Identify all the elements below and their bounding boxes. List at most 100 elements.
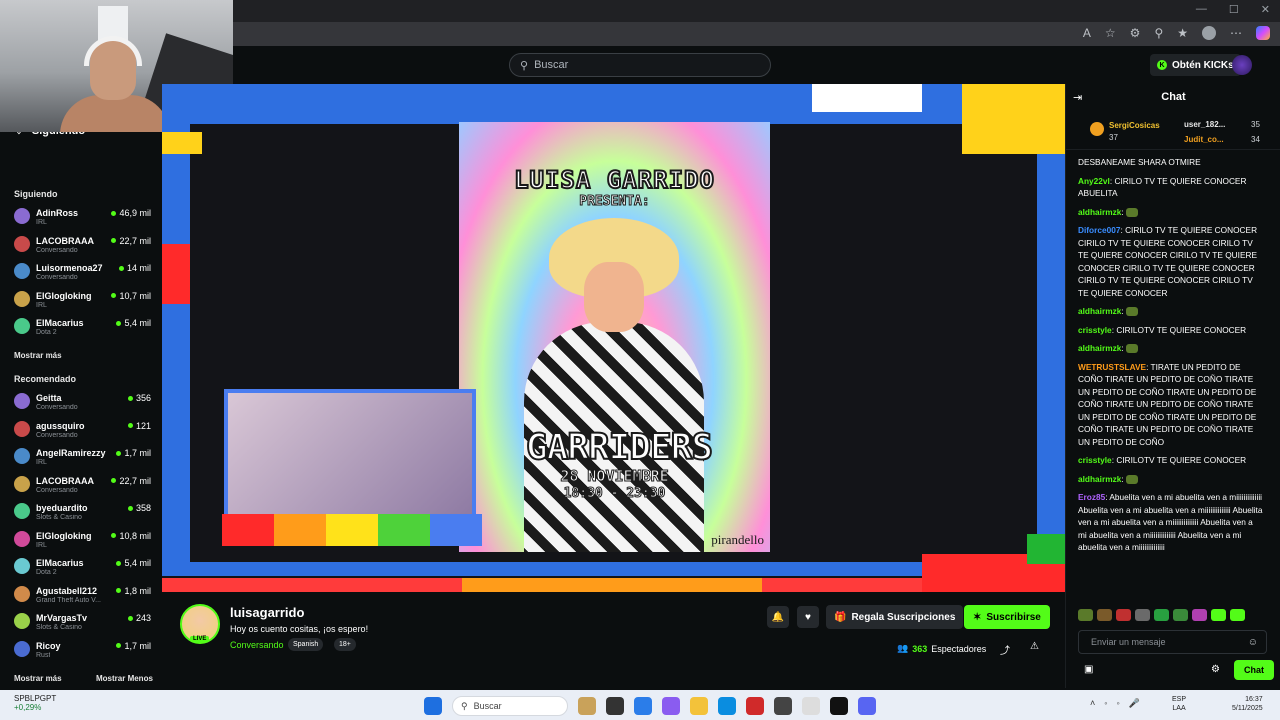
favorites-icon[interactable]: ★ (1177, 26, 1188, 40)
follow-heart-button[interactable]: ♥ (797, 606, 819, 628)
app-icon[interactable] (746, 697, 764, 715)
chat-settings-icon[interactable]: ⚙ (1211, 664, 1220, 675)
gift-subs-button[interactable]: 🎁 Regala Suscripciones (826, 605, 964, 629)
file-explorer-icon[interactable] (690, 697, 708, 715)
search-icon: ⚲ (461, 700, 468, 711)
kick-app-icon[interactable] (830, 697, 848, 715)
chat-username[interactable]: aldhairmzk (1078, 343, 1121, 353)
channel-name: Geitta (36, 393, 62, 403)
recommended-channel-row[interactable]: byeduardito Slots & Casino 358 (14, 501, 154, 529)
input-language[interactable]: ESP LAA (1172, 695, 1186, 713)
favorite-star-icon[interactable]: ☆ (1105, 26, 1116, 40)
share-icon[interactable]: ⤴ (1000, 642, 1010, 657)
stock-widget[interactable]: SPBLPGPT +0,29% (14, 694, 56, 712)
chat-username[interactable]: crisstyle (1078, 325, 1112, 335)
top-gifter-1-name[interactable]: SergiCosicas (1109, 121, 1160, 130)
notification-bell-button[interactable]: 🔔 (767, 606, 789, 628)
report-icon[interactable]: ⚠ (1030, 641, 1039, 652)
chat-username[interactable]: crisstyle (1078, 455, 1112, 465)
following-channel-row[interactable]: ElGlogloking IRL 10,7 mil (14, 289, 154, 317)
profile-icon[interactable] (1202, 26, 1216, 40)
channel-viewers: 46,9 mil (111, 208, 151, 218)
microphone-icon[interactable]: 🎤 (1129, 698, 1140, 709)
subscribe-button[interactable]: ✶ Suscribirse (964, 605, 1050, 629)
recommended-channel-row[interactable]: Geitta Conversando 356 (14, 391, 154, 419)
gift-box-icon[interactable]: ▣ (1084, 664, 1093, 675)
clock[interactable]: 16:37 5/11/2025 (1232, 695, 1263, 713)
channel-name: AdinRoss (36, 208, 79, 218)
chat-messages[interactable]: DESBANEAME SHARA OTMIRE Any22vl: CIRILO T… (1078, 156, 1263, 598)
extensions-icon[interactable]: ⚙ (1130, 26, 1141, 40)
obs-icon[interactable] (774, 697, 792, 715)
close-icon[interactable]: ✕ (1261, 3, 1270, 16)
emote-icon[interactable] (1154, 609, 1169, 621)
video-player[interactable]: LUISA GARRIDO PRESENTA: GARRIDERS 28 NOV… (162, 84, 1065, 592)
chat-username[interactable]: Any22vl (1078, 176, 1110, 186)
show-more-following-link[interactable]: Mostrar más (14, 351, 62, 360)
tag-mature[interactable]: 18+ (334, 638, 356, 651)
following-channel-row[interactable]: AdinRoss IRL 46,9 mil (14, 206, 154, 234)
emote-icon[interactable] (1230, 609, 1245, 621)
rainbow-bar (222, 514, 482, 546)
tag-language[interactable]: Spanish (288, 638, 324, 651)
app-icon[interactable] (802, 697, 820, 715)
tray-app-icon[interactable]: ◦ (1104, 698, 1107, 709)
recommended-channel-row[interactable]: ElMacarius Dota 2 5,4 mil (14, 556, 154, 584)
get-kicks-button[interactable]: K Obtén KICKs (1150, 54, 1241, 76)
chat-username[interactable]: aldhairmzk (1078, 306, 1121, 316)
recommended-channel-row[interactable]: agussquiro Conversando 121 (14, 419, 154, 447)
pin-icon[interactable]: ⚲ (1154, 26, 1163, 40)
recommended-channel-row[interactable]: ElGlogloking IRL 10,8 mil (14, 529, 154, 557)
recommended-channel-row[interactable]: Ricoy Rust 1,7 mil (14, 639, 154, 667)
user-avatar[interactable] (1232, 55, 1252, 75)
send-chat-button[interactable]: Chat (1234, 660, 1274, 680)
recommended-channel-row[interactable]: MrVargasTv Slots & Casino 243 (14, 611, 154, 639)
emote-icon[interactable] (1211, 609, 1226, 621)
chat-username[interactable]: aldhairmzk (1078, 207, 1121, 217)
top-gifter-3-name[interactable]: Judit_co... (1184, 135, 1224, 144)
emote-icon[interactable] (1097, 609, 1112, 621)
following-channel-row[interactable]: LACOBRAAA Conversando 22,7 mil (14, 234, 154, 262)
emote-icon[interactable] (1135, 609, 1150, 621)
notepad-icon[interactable] (634, 697, 652, 715)
emote-icon[interactable] (1192, 609, 1207, 621)
viewer-count: 22,7 mil (119, 475, 151, 486)
chat-message-input[interactable]: Enviar un mensaje ☺ (1078, 630, 1267, 654)
chat-username[interactable]: aldhairmzk (1078, 474, 1121, 484)
chat-message: DESBANEAME SHARA OTMIRE (1078, 156, 1263, 169)
following-channel-row[interactable]: ElMacarius Dota 2 5,4 mil (14, 316, 154, 344)
emote-icon[interactable] (1116, 609, 1131, 621)
windows-start-icon[interactable] (424, 697, 442, 715)
tray-app-icon[interactable]: ◦ (1116, 698, 1119, 709)
recommended-channel-row[interactable]: Agustabell212 Grand Theft Auto V... 1,8 mi… (14, 584, 154, 612)
edge-browser-icon[interactable] (718, 697, 736, 715)
discord-icon[interactable] (858, 697, 876, 715)
copilot-icon[interactable] (662, 697, 680, 715)
recommended-channel-row[interactable]: AngelRamirezzy IRL 1,7 mil (14, 446, 154, 474)
emote-icon[interactable] (1173, 609, 1188, 621)
search-input[interactable]: ⚲ Buscar (509, 53, 771, 77)
widgets-icon[interactable] (578, 697, 596, 715)
stream-category-link[interactable]: Conversando (230, 640, 284, 650)
top-gifter-2-name[interactable]: user_182... (1184, 120, 1225, 129)
chat-username[interactable]: Eroz85 (1078, 492, 1105, 502)
emoji-picker-icon[interactable]: ☺ (1248, 637, 1258, 648)
taskbar-search[interactable]: ⚲ Buscar (452, 696, 568, 716)
show-less-link[interactable]: Mostrar Menos (96, 674, 153, 683)
minimize-icon[interactable]: — (1196, 3, 1207, 16)
emote-icon[interactable] (1078, 609, 1093, 621)
recommended-channel-row[interactable]: LACOBRAAA Conversando 22,7 mil (14, 474, 154, 502)
channel-name: Agustabell212 (36, 585, 98, 596)
channel-name[interactable]: luisagarrido (230, 605, 304, 620)
channel-viewers: 5,4 mil (116, 318, 151, 328)
show-more-recommended-link[interactable]: Mostrar más (14, 674, 62, 683)
more-menu-icon[interactable]: ⋯ (1230, 26, 1242, 40)
following-channel-row[interactable]: Luisormenoa27 Conversando 14 mil (14, 261, 154, 289)
read-aloud-icon[interactable]: A (1083, 26, 1091, 40)
chat-username[interactable]: WETRUSTSLAVE (1078, 362, 1146, 372)
copilot-icon[interactable] (1256, 26, 1270, 40)
task-view-icon[interactable] (606, 697, 624, 715)
chat-username[interactable]: Diforce007 (1078, 225, 1120, 235)
maximize-icon[interactable]: ☐ (1229, 3, 1239, 16)
chevron-up-icon[interactable]: ˄ (1090, 698, 1095, 709)
